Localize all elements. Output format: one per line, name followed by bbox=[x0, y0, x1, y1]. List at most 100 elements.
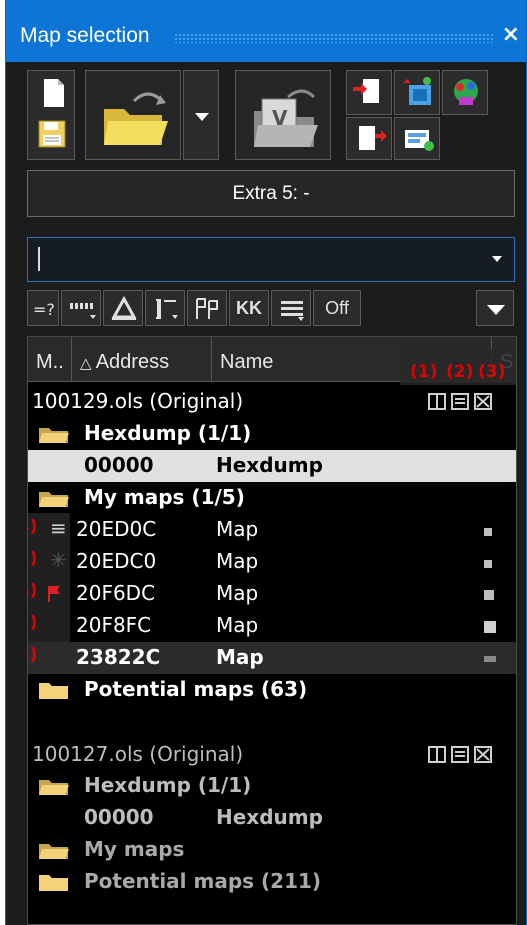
folder-icon bbox=[39, 683, 68, 699]
map-row[interactable]: (6) 20F6DC Map bbox=[28, 578, 516, 610]
colorful-tool-button[interactable] bbox=[442, 70, 488, 115]
close-icon[interactable]: × bbox=[502, 22, 520, 47]
folder-row[interactable]: Potential maps (63) bbox=[28, 674, 516, 706]
folder-row[interactable]: Potential maps (211) bbox=[28, 866, 516, 898]
import-map-icon bbox=[403, 77, 431, 105]
export-button[interactable] bbox=[346, 117, 392, 160]
list-icon[interactable] bbox=[451, 746, 469, 763]
annotation-1: (1) bbox=[410, 362, 438, 382]
status-square bbox=[484, 656, 496, 662]
name-cell: Map bbox=[216, 549, 259, 573]
version-button[interactable]: V bbox=[235, 70, 331, 160]
annotation-7: (7) bbox=[28, 613, 38, 633]
annotation-5: (5) bbox=[28, 549, 38, 569]
off-toggle-button[interactable]: Off bbox=[313, 290, 361, 326]
status-square bbox=[484, 621, 496, 633]
chevron-down-icon bbox=[487, 305, 505, 315]
columns-icon[interactable] bbox=[428, 393, 446, 410]
map-row[interactable]: (8) 23822C Map bbox=[28, 642, 516, 674]
address-cell: 23822C bbox=[76, 645, 161, 669]
toolbar-dropdown-button[interactable] bbox=[476, 290, 514, 326]
column-m[interactable]: M.. bbox=[28, 337, 72, 381]
flags-icon bbox=[196, 298, 218, 319]
folder-label: Hexdump (1/1) bbox=[84, 421, 252, 445]
save-icon[interactable] bbox=[37, 119, 67, 149]
folder-row[interactable]: Hexdump (1/1) bbox=[28, 418, 516, 450]
project-header[interactable]: 100127.ols (Original) bbox=[28, 738, 516, 770]
name-cell: Map bbox=[216, 581, 259, 605]
folder-label: Hexdump (1/1) bbox=[84, 773, 252, 797]
compare-filter-button[interactable]: =? bbox=[27, 290, 59, 326]
open-project-button[interactable] bbox=[85, 70, 181, 160]
close-project-icon[interactable] bbox=[474, 393, 492, 410]
list-icon[interactable] bbox=[451, 393, 469, 410]
folder-icon bbox=[39, 875, 68, 891]
annotation-8: (8) bbox=[28, 645, 38, 665]
svg-text:=?: =? bbox=[33, 300, 55, 319]
import-map-button[interactable] bbox=[394, 70, 440, 115]
map-row[interactable]: (5) ✳ 20EDC0 Map bbox=[28, 546, 516, 578]
export-map-button[interactable] bbox=[394, 117, 440, 160]
project-title: 100127.ols (Original) bbox=[32, 742, 244, 766]
address-cell: 00000 bbox=[84, 805, 154, 829]
triangle-filter-button[interactable] bbox=[103, 290, 143, 326]
name-cell: Map bbox=[216, 517, 259, 541]
filter-input[interactable] bbox=[27, 237, 515, 282]
folder-label: My maps (1/5) bbox=[84, 485, 245, 509]
open-folder-icon bbox=[104, 92, 168, 145]
columns-icon[interactable] bbox=[428, 746, 446, 763]
map-selection-panel: Map selection × V Extra 5: - =? KK Off M… bbox=[5, 0, 527, 925]
annotation-2: (2) bbox=[446, 362, 474, 382]
lines-filter-button[interactable] bbox=[271, 290, 311, 326]
map-row[interactable]: (4) ≡ 20ED0C Map bbox=[28, 514, 516, 546]
annotation-4: (4) bbox=[28, 517, 38, 537]
import-button[interactable] bbox=[346, 70, 392, 115]
name-cell: Map bbox=[216, 645, 264, 669]
list-marker-icon: ≡ bbox=[50, 516, 67, 540]
hexdump-row[interactable]: 00000 Hexdump bbox=[28, 802, 516, 834]
column-address-label: Address bbox=[95, 351, 170, 373]
asterisk-marker-icon: ✳ bbox=[50, 548, 67, 572]
map-tree[interactable]: M.. △ Address Name S (1) (2) (3) 100129.… bbox=[27, 336, 517, 925]
export-map-icon bbox=[405, 130, 434, 151]
folder-label: My maps bbox=[84, 837, 185, 861]
open-folder-icon bbox=[39, 428, 69, 443]
address-cell: 20F6DC bbox=[76, 581, 156, 605]
address-cell: 00000 bbox=[84, 453, 154, 477]
equals-question-icon: =? bbox=[33, 300, 55, 319]
open-dropdown-button[interactable] bbox=[183, 70, 219, 160]
hexdump-row[interactable]: 00000 Hexdump bbox=[28, 450, 516, 482]
import-icon bbox=[353, 79, 379, 103]
status-square bbox=[484, 590, 494, 600]
sort-ascending-icon: △ bbox=[80, 355, 96, 372]
folder-row[interactable]: Hexdump (1/1) bbox=[28, 770, 516, 802]
annotation-3: (3) bbox=[478, 362, 506, 382]
folder-row[interactable]: My maps bbox=[28, 834, 516, 866]
status-square bbox=[484, 528, 492, 536]
open-folder-icon bbox=[39, 844, 69, 859]
map-row[interactable]: (7) 20F8FC Map bbox=[28, 610, 516, 642]
lines-icon bbox=[281, 301, 304, 321]
title-bar[interactable]: Map selection × bbox=[6, 0, 526, 62]
project-title: 100129.ols (Original) bbox=[32, 389, 244, 413]
chevron-down-icon bbox=[195, 113, 209, 121]
bits-filter-button[interactable] bbox=[61, 290, 101, 326]
text-filter-button[interactable] bbox=[145, 290, 185, 326]
close-project-icon[interactable] bbox=[474, 746, 492, 763]
project-header[interactable]: 100129.ols (Original) bbox=[28, 385, 516, 417]
name-cell: Hexdump bbox=[216, 453, 323, 477]
folder-label: Potential maps (63) bbox=[84, 677, 308, 701]
dots-icon bbox=[70, 303, 96, 319]
column-address[interactable]: △ Address bbox=[72, 337, 212, 381]
filter-dropdown-icon[interactable] bbox=[492, 256, 502, 262]
name-cell: Map bbox=[216, 613, 259, 637]
address-cell: 20EDC0 bbox=[76, 549, 157, 573]
kk-filter-button[interactable]: KK bbox=[229, 290, 269, 326]
extra-info-bar: Extra 5: - bbox=[27, 170, 515, 217]
title-grip[interactable] bbox=[174, 33, 494, 43]
text-cursor-icon bbox=[156, 299, 178, 319]
flag-filter-button[interactable] bbox=[187, 290, 227, 326]
kk-label: KK bbox=[236, 298, 262, 318]
folder-row[interactable]: My maps (1/5) bbox=[28, 482, 516, 514]
text-caret bbox=[38, 247, 40, 271]
